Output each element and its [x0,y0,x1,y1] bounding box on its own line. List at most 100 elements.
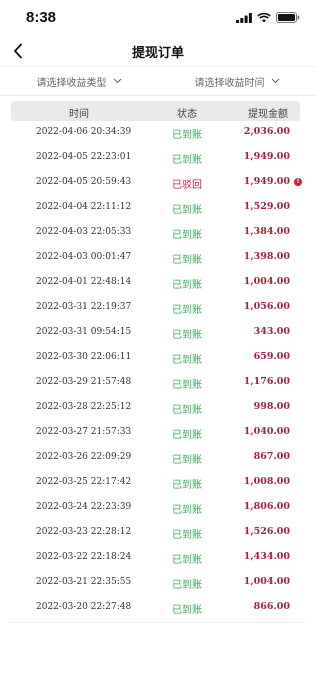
table-row[interactable]: 2022-03-30 22:06:11 已到账 659.00 [0,346,316,371]
table-row[interactable]: 2022-04-06 20:34:39 已到账 2,036.00 [0,121,316,146]
row-time: 2022-03-23 22:28:12 [36,527,132,537]
row-time: 2022-03-25 22:17:42 [36,477,132,487]
row-time: 2022-04-04 22:11:12 [36,202,132,212]
table-row[interactable]: 2022-04-04 22:11:12 已到账 1,529.00 [0,196,316,221]
table-row[interactable]: 2022-03-31 22:19:37 已到账 1,056.00 [0,296,316,321]
row-status: 已到账 [172,455,202,466]
row-time: 2022-04-06 20:34:39 [36,127,132,137]
row-status: 已到账 [172,205,202,216]
row-status: 已到账 [172,230,202,241]
table-row[interactable]: 2022-03-22 22:18:24 已到账 1,434.00 [0,546,316,571]
row-amount: 866.00 [253,601,290,612]
row-status: 已到账 [172,480,202,491]
table-row[interactable]: 2022-03-24 22:23:39 已到账 1,806.00 [0,496,316,521]
income-type-filter-label: 请选择收益类型 [36,77,107,89]
page-title: 提现订单 [131,46,184,61]
row-amount: 1,526.00 [243,526,290,537]
row-status: 已到账 [172,330,202,341]
row-status: 已到账 [172,555,202,566]
signal-icon [236,12,252,23]
row-amount: 867.00 [253,451,290,462]
status-bar: 8:38 [0,0,316,38]
row-status: 已到账 [172,130,202,141]
row-time: 2022-03-22 22:18:24 [36,552,132,562]
table-row[interactable]: 2022-04-03 22:05:33 已到账 1,384.00 [0,221,316,246]
table-row[interactable]: 2022-03-26 22:09:29 已到账 867.00 [0,446,316,471]
row-amount: 1,398.00 [243,251,290,262]
table-row[interactable]: 2022-04-03 00:01:47 已到账 1,398.00 [0,246,316,271]
row-amount: 1,004.00 [243,576,290,587]
status-time: 8:38 [26,9,57,26]
row-amount: 2,036.00 [243,126,290,137]
row-amount: 1,008.00 [243,476,290,487]
row-time: 2022-03-26 22:09:29 [36,452,132,462]
filter-bar: 请选择收益类型 请选择收益时间 [0,66,316,96]
chevron-down-icon [271,78,279,84]
row-time: 2022-03-20 22:27:48 [36,602,132,612]
table-row[interactable]: 2022-04-05 20:59:43 已驳回 1,949.00! [0,171,316,196]
row-time: 2022-03-30 22:06:11 [36,352,132,362]
row-amount: 1,384.00 [243,226,290,237]
row-time: 2022-03-21 22:35:55 [36,577,132,587]
nav-bar: 提现订单 [0,38,316,64]
row-status: 已到账 [172,530,202,541]
row-amount: 1,806.00 [243,501,290,512]
order-list: 2022-04-06 20:34:39 已到账 2,036.00 2022-04-05… [0,121,316,621]
row-status: 已到账 [172,505,202,516]
row-status: 已到账 [172,580,202,591]
table-row[interactable]: 2022-03-23 22:28:12 已到账 1,526.00 [0,521,316,546]
row-status: 已到账 [172,355,202,366]
row-amount: 1,176.00 [243,376,290,387]
row-time: 2022-03-31 09:54:15 [36,327,132,337]
table-row[interactable]: 2022-03-29 21:57:48 已到账 1,176.00 [0,371,316,396]
row-status: 已到账 [172,605,202,616]
table-row[interactable]: 2022-03-28 22:25:12 已到账 998.00 [0,396,316,421]
header-status: 状态 [177,109,197,120]
row-amount: 998.00 [253,401,290,412]
row-time: 2022-04-05 22:23:01 [36,152,132,162]
divider [11,622,305,623]
table-header: 时间 状态 提现金额 [11,101,300,121]
row-status: 已到账 [172,430,202,441]
row-amount: 1,434.00 [243,551,290,562]
battery-icon [276,12,300,23]
row-time: 2022-03-29 21:57:48 [36,377,132,387]
row-status: 已到账 [172,280,202,291]
row-time: 2022-04-05 20:59:43 [36,177,132,187]
chevron-down-icon [113,78,121,84]
row-status: 已到账 [172,155,202,166]
row-time: 2022-03-24 22:23:39 [36,502,132,512]
row-status: 已到账 [172,380,202,391]
wifi-icon [257,12,271,22]
table-row[interactable]: 2022-03-20 22:27:48 已到账 866.00 [0,596,316,621]
row-status: 已到账 [172,305,202,316]
row-amount: 1,004.00 [243,276,290,287]
table-row[interactable]: 2022-03-31 09:54:15 已到账 343.00 [0,321,316,346]
table-row[interactable]: 2022-04-01 22:48:14 已到账 1,004.00 [0,271,316,296]
table-row[interactable]: 2022-03-25 22:17:42 已到账 1,008.00 [0,471,316,496]
income-time-filter[interactable]: 请选择收益时间 [158,67,316,95]
status-icons [236,12,300,23]
header-amount: 提现金额 [248,109,288,120]
row-time: 2022-03-28 22:25:12 [36,402,132,412]
row-amount: 1,949.00 [243,176,290,187]
table-row[interactable]: 2022-03-27 21:57:33 已到账 1,040.00 [0,421,316,446]
header-time: 时间 [69,109,89,120]
row-status: 已驳回 [172,180,202,191]
row-time: 2022-03-31 22:19:37 [36,302,132,312]
row-amount: 1,949.00 [243,151,290,162]
table-row[interactable]: 2022-04-05 22:23:01 已到账 1,949.00 [0,146,316,171]
row-amount: 1,056.00 [243,301,290,312]
table-row[interactable]: 2022-03-21 22:35:55 已到账 1,004.00 [0,571,316,596]
row-amount: 1,529.00 [243,201,290,212]
row-time: 2022-03-27 21:57:33 [36,427,132,437]
income-time-filter-label: 请选择收益时间 [194,77,265,89]
row-time: 2022-04-03 22:05:33 [36,227,132,237]
row-time: 2022-04-01 22:48:14 [36,277,132,287]
row-status: 已到账 [172,405,202,416]
income-type-filter[interactable]: 请选择收益类型 [0,67,158,95]
row-amount: 659.00 [253,351,290,362]
warning-icon[interactable]: ! [294,178,302,186]
row-amount: 1,040.00 [243,426,290,437]
row-status: 已到账 [172,255,202,266]
